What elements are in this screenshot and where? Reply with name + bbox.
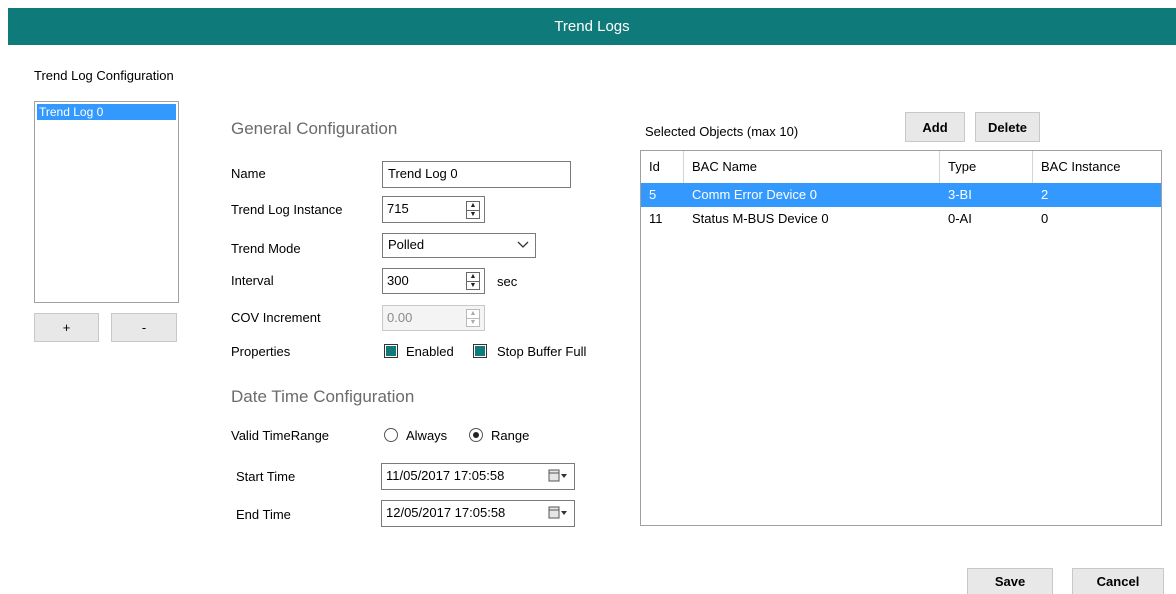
properties-label: Properties: [231, 344, 291, 359]
cell-type: 3-BI: [948, 187, 972, 202]
interval-label: Interval: [231, 273, 274, 288]
column-header-bac-name[interactable]: BAC Name: [684, 151, 940, 183]
name-field[interactable]: Trend Log 0: [382, 161, 571, 188]
start-time-picker[interactable]: 11/05/2017 17:05:58: [381, 463, 575, 490]
add-object-button[interactable]: Add: [905, 112, 965, 142]
always-radio-label[interactable]: Always: [406, 428, 447, 443]
stop-buffer-full-checkbox[interactable]: [473, 344, 487, 358]
checkbox-check-icon: [475, 346, 485, 356]
column-header-type[interactable]: Type: [940, 151, 1033, 183]
table-header: Id BAC Name Type BAC Instance: [641, 151, 1161, 184]
instance-spin-buttons[interactable]: ▲ ▼: [466, 201, 480, 219]
valid-timerange-label: Valid TimeRange: [231, 428, 330, 443]
radio-selected-dot: [473, 432, 479, 438]
end-time-picker[interactable]: 12/05/2017 17:05:58: [381, 500, 575, 527]
cell-id: 11: [649, 211, 663, 226]
add-trend-log-button[interactable]: +: [34, 313, 99, 342]
spin-up-icon[interactable]: ▲: [467, 273, 479, 281]
end-time-label: End Time: [236, 507, 291, 522]
spin-down-icon[interactable]: ▼: [467, 280, 479, 290]
save-button[interactable]: Save: [967, 568, 1053, 594]
table-row[interactable]: 11 Status M-BUS Device 0 0-AI 0: [641, 207, 1161, 231]
calendar-icon[interactable]: [548, 506, 568, 520]
calendar-icon[interactable]: [548, 469, 568, 483]
column-header-id[interactable]: Id: [641, 151, 684, 183]
window-title: Trend Logs: [554, 18, 630, 35]
start-time-label: Start Time: [236, 469, 296, 484]
trend-mode-select[interactable]: Polled: [382, 233, 536, 258]
spin-up-icon: ▲: [469, 310, 477, 318]
cell-bac-instance: 0: [1041, 211, 1049, 226]
enabled-label[interactable]: Enabled: [406, 344, 454, 359]
name-label: Name: [231, 166, 266, 181]
cell-bac-name: Status M-BUS Device 0: [692, 211, 829, 226]
spin-down-icon[interactable]: ▼: [467, 209, 479, 219]
delete-object-button[interactable]: Delete: [975, 112, 1040, 142]
start-time-value: 11/05/2017 17:05:58: [386, 468, 505, 483]
interval-unit: sec: [497, 274, 518, 289]
spin-up-icon[interactable]: ▲: [467, 202, 479, 210]
trend-log-list[interactable]: Trend Log 0: [34, 101, 179, 303]
cell-type: 0-AI: [948, 211, 972, 226]
checkbox-check-icon: [386, 346, 396, 356]
column-header-bac-instance[interactable]: BAC Instance: [1033, 151, 1161, 183]
spin-down-icon: ▼: [467, 317, 479, 327]
cov-increment-value: 0.00: [387, 310, 413, 325]
interval-value: 300: [387, 273, 409, 288]
cell-bac-name: Comm Error Device 0: [692, 187, 817, 202]
cov-spin-buttons: ▲ ▼: [466, 309, 480, 327]
selected-objects-title: Selected Objects (max 10): [645, 124, 799, 139]
cell-id: 5: [649, 187, 657, 202]
date-time-configuration-title: Date Time Configuration: [231, 387, 415, 406]
interval-spin-buttons[interactable]: ▲ ▼: [466, 272, 480, 290]
cell-bac-instance: 2: [1041, 187, 1049, 202]
always-radio[interactable]: [384, 428, 398, 442]
trend-log-instance-label: Trend Log Instance: [231, 202, 343, 217]
trend-mode-label: Trend Mode: [231, 241, 301, 256]
selected-objects-table[interactable]: Id BAC Name Type BAC Instance 5 Comm Err…: [640, 150, 1162, 526]
chevron-down-icon: [517, 241, 529, 248]
cancel-button[interactable]: Cancel: [1072, 568, 1164, 594]
enabled-checkbox[interactable]: [384, 344, 398, 358]
remove-trend-log-button[interactable]: -: [111, 313, 177, 342]
range-radio-label[interactable]: Range: [491, 428, 529, 443]
end-time-value: 12/05/2017 17:05:58: [386, 505, 506, 520]
trend-log-instance-value: 715: [387, 201, 409, 216]
cov-increment-label: COV Increment: [231, 310, 321, 325]
trend-log-configuration-title: Trend Log Configuration: [34, 68, 174, 83]
trend-mode-value: Polled: [388, 237, 425, 252]
list-item[interactable]: Trend Log 0: [37, 104, 176, 120]
window-title-bar: Trend Logs: [8, 8, 1176, 45]
stop-buffer-full-label[interactable]: Stop Buffer Full: [497, 344, 586, 359]
table-row[interactable]: 5 Comm Error Device 0 3-BI 2: [641, 183, 1161, 207]
range-radio[interactable]: [469, 428, 483, 442]
general-configuration-title: General Configuration: [231, 119, 398, 138]
